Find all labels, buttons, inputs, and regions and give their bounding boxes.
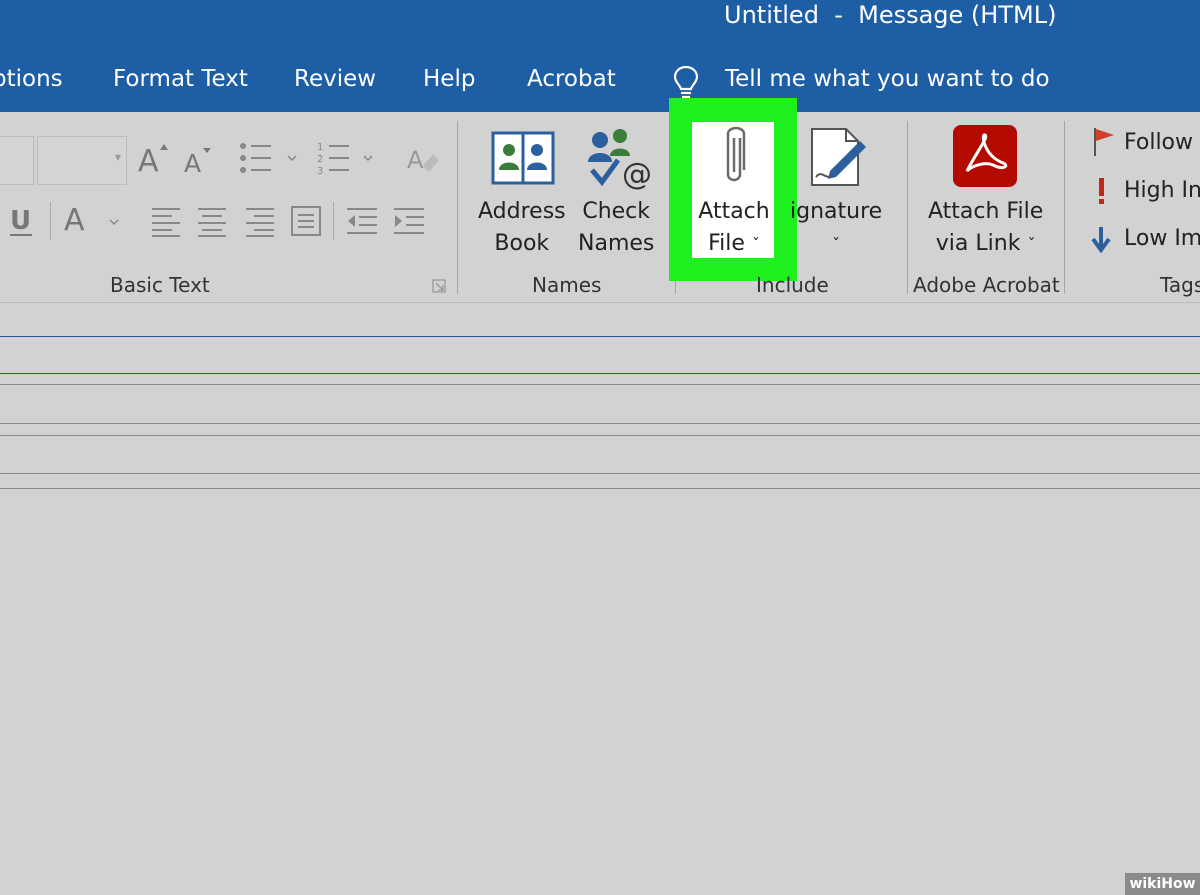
font-name-field[interactable] — [0, 136, 34, 185]
field-line — [0, 423, 1200, 424]
attach-file-label-2: File — [708, 231, 745, 256]
svg-text:A: A — [64, 203, 85, 238]
follow-up-label: Follow — [1124, 130, 1194, 155]
address-book-label-2: Book — [494, 231, 550, 256]
chevron-down-icon: ˇ — [751, 235, 760, 254]
attach-link-label-2: via Link — [935, 231, 1021, 256]
group-separator — [457, 121, 458, 294]
svg-text:A: A — [407, 146, 424, 174]
svg-text:@: @ — [622, 157, 652, 190]
bulb-icon — [673, 65, 699, 99]
tab-review[interactable]: Review — [294, 66, 376, 92]
tab-options[interactable]: ptions — [0, 66, 63, 92]
adobe-acrobat-label: Adobe Acrobat — [913, 273, 1060, 297]
svg-text:A: A — [184, 149, 201, 176]
check-names-icon: @ — [588, 129, 652, 190]
low-importance-label: Low Im — [1124, 226, 1200, 251]
underline-icon[interactable]: U — [8, 203, 36, 239]
tags-label: Tags — [1160, 273, 1200, 297]
increase-indent-icon[interactable] — [392, 205, 426, 237]
paperclip-icon — [726, 126, 746, 182]
exclamation-icon — [1099, 178, 1104, 204]
signature-icon — [811, 128, 866, 186]
field-line — [0, 384, 1200, 385]
attach-link-label-1: Attach File — [928, 199, 1044, 224]
attach-file-label-1: Attach — [698, 199, 770, 224]
attach-file-button[interactable]: Attach File ˇ — [692, 122, 774, 258]
font-size-field[interactable]: ▾ — [37, 136, 127, 185]
signature-label: ignature — [790, 199, 883, 224]
message-body[interactable] — [0, 489, 1200, 873]
check-names-label-1: Check — [582, 199, 651, 224]
ribbon-bottom-border — [0, 302, 1200, 303]
group-separator — [1064, 121, 1065, 294]
header-line — [0, 336, 1200, 337]
decrease-indent-icon[interactable] — [345, 205, 379, 237]
chevron-down-icon: ˇ — [1027, 235, 1036, 254]
svg-text:1: 1 — [317, 142, 323, 153]
bullets-icon[interactable] — [238, 140, 304, 176]
field-line — [0, 473, 1200, 474]
numbering-icon[interactable]: 123 — [316, 140, 382, 176]
font-color-icon[interactable]: A — [62, 200, 126, 240]
down-arrow-icon — [1091, 227, 1111, 253]
include-label: Include — [756, 273, 829, 297]
svg-text:A: A — [138, 144, 159, 176]
names-label: Names — [532, 273, 602, 297]
field-line — [0, 435, 1200, 436]
acrobat-icon — [953, 125, 1017, 187]
basic-text-label: Basic Text — [110, 273, 210, 297]
tab-format-text[interactable]: Format Text — [113, 66, 248, 92]
check-names-label-2: Names — [578, 231, 655, 256]
title-bar: Untitled - Message (HTML) ptions Format … — [0, 0, 1200, 112]
address-book-icon — [491, 131, 555, 185]
high-importance-label: High In — [1124, 178, 1200, 203]
flag-icon — [1094, 128, 1114, 156]
divider — [50, 202, 51, 240]
svg-text:2: 2 — [317, 154, 323, 165]
header-line — [0, 373, 1200, 374]
svg-text:3: 3 — [317, 166, 323, 176]
group-separator — [907, 121, 908, 294]
font-grow-icon[interactable]: A — [136, 140, 172, 176]
tab-help[interactable]: Help — [423, 66, 475, 92]
tab-acrobat[interactable]: Acrobat — [527, 66, 616, 92]
align-center-icon[interactable] — [196, 205, 228, 237]
address-book-label-1: Address — [478, 199, 566, 224]
divider — [333, 202, 334, 240]
chevron-down-icon: ▾ — [114, 150, 121, 164]
svg-text:U: U — [10, 206, 31, 236]
align-right-icon[interactable] — [244, 205, 276, 237]
chevron-down-icon: ˇ — [832, 235, 841, 254]
text-direction-icon[interactable] — [290, 205, 322, 237]
window-title: Untitled - Message (HTML) — [724, 1, 1057, 29]
watermark: wikiHow — [1125, 873, 1200, 895]
align-left-icon[interactable] — [150, 205, 182, 237]
tell-me-text: Tell me what you want to do — [725, 66, 1050, 92]
font-shrink-icon[interactable]: A — [182, 144, 214, 176]
dialog-launcher-icon[interactable] — [432, 279, 446, 293]
clear-format-icon[interactable]: A — [405, 140, 441, 176]
